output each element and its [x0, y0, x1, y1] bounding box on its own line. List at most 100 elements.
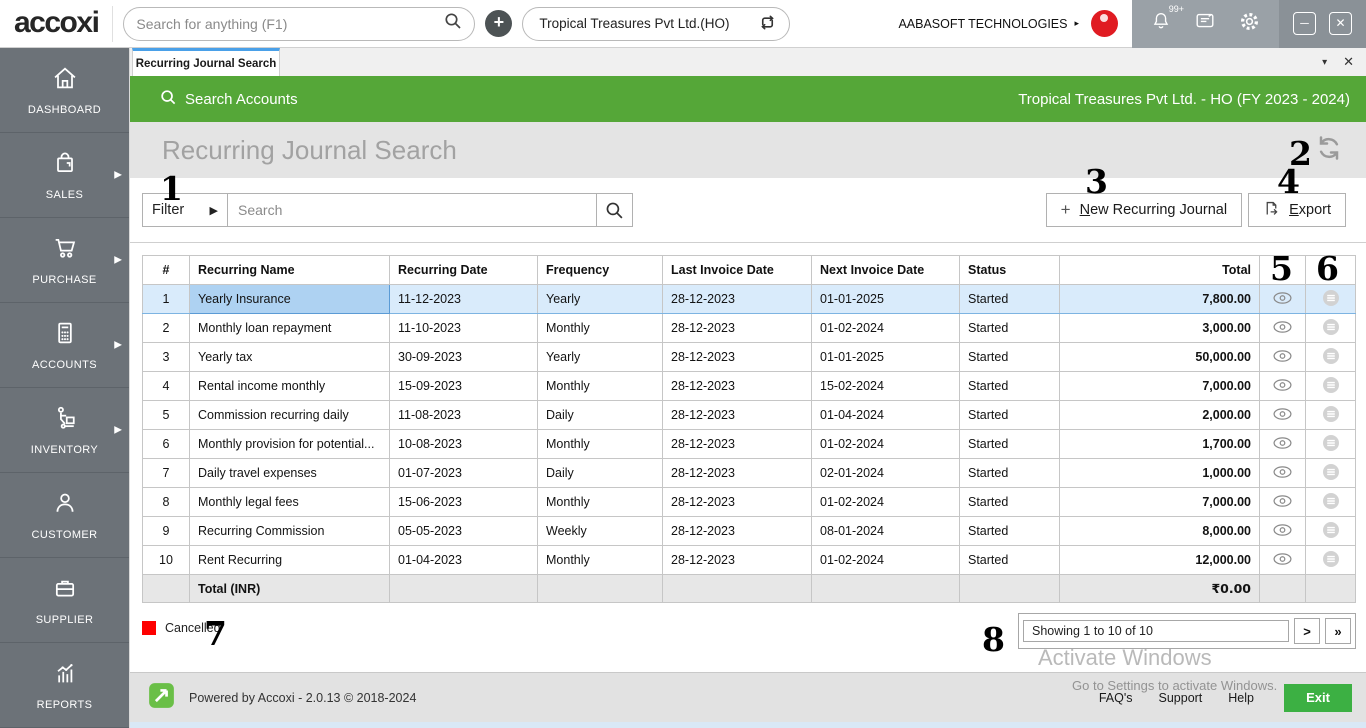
tab-list-dropdown-icon[interactable]: ▾	[1322, 57, 1327, 68]
table-row[interactable]: 2 Monthly loan repayment 11-10-2023 Mont…	[142, 313, 1356, 343]
organization-selector[interactable]: AABASOFT TECHNOLOGIES ▸	[898, 17, 1079, 31]
table-row[interactable]: 9 Recurring Commission 05-05-2023 Weekly…	[142, 516, 1356, 546]
row-menu-icon[interactable]	[1322, 318, 1340, 339]
eye-icon[interactable]	[1272, 349, 1293, 366]
eye-icon[interactable]	[1272, 465, 1293, 482]
new-recurring-journal-button[interactable]: + New Recurring Journal	[1045, 193, 1243, 227]
next-page-button[interactable]: >	[1294, 618, 1320, 644]
table-search-button[interactable]	[596, 193, 633, 227]
total-value: ₹0.00	[1059, 574, 1260, 603]
settings-button[interactable]	[1238, 10, 1261, 38]
row-menu-icon[interactable]	[1322, 463, 1340, 484]
table-row[interactable]: 5 Commission recurring daily 11-08-2023 …	[142, 400, 1356, 430]
notifications-button[interactable]: 99+	[1150, 4, 1184, 37]
table-row[interactable]: 1 Yearly Insurance 11-12-2023 Yearly 28-…	[142, 284, 1356, 314]
row-menu-icon[interactable]	[1322, 376, 1340, 397]
sidebar-item-inventory[interactable]: INVENTORY ▶	[0, 388, 129, 473]
col-recurring-name[interactable]: Recurring Name	[189, 255, 390, 285]
status-cell: Started	[959, 284, 1060, 314]
table-row[interactable]: 3 Yearly tax 30-09-2023 Yearly 28-12-202…	[142, 342, 1356, 372]
exit-button[interactable]: Exit	[1284, 683, 1352, 712]
col-recurring-date[interactable]: Recurring Date	[389, 255, 538, 285]
refresh-icon[interactable]	[1314, 133, 1344, 168]
company-selector[interactable]: Tropical Treasures Pvt Ltd.(HO)	[522, 6, 791, 41]
eye-icon[interactable]	[1272, 407, 1293, 424]
messages-button[interactable]	[1194, 10, 1216, 37]
row-number: 8	[142, 487, 190, 517]
eye-icon[interactable]	[1272, 523, 1293, 540]
row-menu-icon[interactable]	[1322, 550, 1340, 571]
frequency-cell: Yearly	[537, 342, 663, 372]
col-status[interactable]: Status	[959, 255, 1060, 285]
total-cell: 8,000.00	[1059, 516, 1260, 546]
minimize-button[interactable]: ─	[1293, 12, 1316, 35]
support-link[interactable]: Support	[1159, 691, 1203, 705]
home-icon	[50, 64, 80, 97]
total-cell: 12,000.00	[1059, 545, 1260, 575]
add-button[interactable]: +	[485, 10, 513, 37]
sidebar-item-customer[interactable]: CUSTOMER	[0, 473, 129, 558]
row-menu-icon[interactable]	[1322, 492, 1340, 513]
filter-dropdown[interactable]: Filter ▶	[142, 193, 228, 227]
recurring-date-cell: 05-05-2023	[389, 516, 538, 546]
row-menu-icon[interactable]	[1322, 405, 1340, 426]
col-num[interactable]: #	[142, 255, 190, 285]
recurring-name-cell: Monthly loan repayment	[189, 313, 390, 343]
row-number: 7	[142, 458, 190, 488]
view-cell	[1259, 458, 1306, 488]
eye-icon[interactable]	[1272, 291, 1293, 308]
row-number: 5	[142, 400, 190, 430]
col-next-invoice-date[interactable]: Next Invoice Date	[811, 255, 960, 285]
last-invoice-date-cell: 28-12-2023	[662, 545, 812, 575]
close-button[interactable]: ✕	[1329, 12, 1352, 35]
sidebar-item-purchase[interactable]: PURCHASE ▶	[0, 218, 129, 303]
sidebar-item-accounts[interactable]: ACCOUNTS ▶	[0, 303, 129, 388]
sidebar-item-dashboard[interactable]: DASHBOARD	[0, 48, 129, 133]
page-header: Recurring Journal Search	[130, 122, 1366, 178]
last-page-button[interactable]: »	[1325, 618, 1351, 644]
search-accounts-button[interactable]: Search Accounts	[160, 89, 298, 110]
person-icon	[51, 489, 79, 522]
table-row[interactable]: 7 Daily travel expenses 01-07-2023 Daily…	[142, 458, 1356, 488]
status-cell: Started	[959, 545, 1060, 575]
view-cell	[1259, 429, 1306, 459]
global-search[interactable]	[123, 6, 476, 41]
col-view	[1259, 255, 1306, 285]
sidebar-item-reports[interactable]: REPORTS	[0, 643, 129, 728]
row-menu-icon[interactable]	[1322, 434, 1340, 455]
row-menu-icon[interactable]	[1322, 347, 1340, 368]
search-icon	[606, 202, 623, 218]
total-cell: 7,000.00	[1059, 371, 1260, 401]
faqs-link[interactable]: FAQ's	[1099, 691, 1133, 705]
eye-icon[interactable]	[1272, 436, 1293, 453]
table-row[interactable]: 4 Rental income monthly 15-09-2023 Month…	[142, 371, 1356, 401]
row-menu-icon[interactable]	[1322, 521, 1340, 542]
help-link[interactable]: Help	[1228, 691, 1254, 705]
eye-icon[interactable]	[1272, 378, 1293, 395]
user-avatar[interactable]	[1091, 10, 1118, 37]
eye-icon[interactable]	[1272, 494, 1293, 511]
eye-icon[interactable]	[1272, 552, 1293, 569]
eye-icon[interactable]	[1272, 320, 1293, 337]
window-controls: ─ ✕	[1279, 0, 1366, 48]
tab-close-icon[interactable]: ✕	[1343, 54, 1354, 70]
col-total[interactable]: Total	[1059, 255, 1260, 285]
col-last-invoice-date[interactable]: Last Invoice Date	[662, 255, 812, 285]
recurring-name-cell: Rental income monthly	[189, 371, 390, 401]
table-row[interactable]: 8 Monthly legal fees 15-06-2023 Monthly …	[142, 487, 1356, 517]
global-search-input[interactable]	[136, 15, 445, 32]
col-frequency[interactable]: Frequency	[537, 255, 663, 285]
actions-cell	[1305, 516, 1356, 546]
sidebar-item-supplier[interactable]: SUPPLIER	[0, 558, 129, 643]
row-number: 6	[142, 429, 190, 459]
powered-by-text: Powered by Accoxi - 2.0.13 © 2018-2024	[189, 690, 417, 705]
export-button[interactable]: Export	[1248, 193, 1346, 227]
tab-recurring-journal-search[interactable]: Recurring Journal Search	[132, 48, 280, 76]
table-search-input[interactable]	[227, 193, 597, 227]
table-row[interactable]: 6 Monthly provision for potential... 10-…	[142, 429, 1356, 459]
sidebar-item-sales[interactable]: SALES ▶	[0, 133, 129, 218]
table-row[interactable]: 10 Rent Recurring 01-04-2023 Monthly 28-…	[142, 545, 1356, 575]
row-menu-icon[interactable]	[1322, 289, 1340, 310]
next-invoice-date-cell: 01-02-2024	[811, 429, 960, 459]
total-cell: 50,000.00	[1059, 342, 1260, 372]
